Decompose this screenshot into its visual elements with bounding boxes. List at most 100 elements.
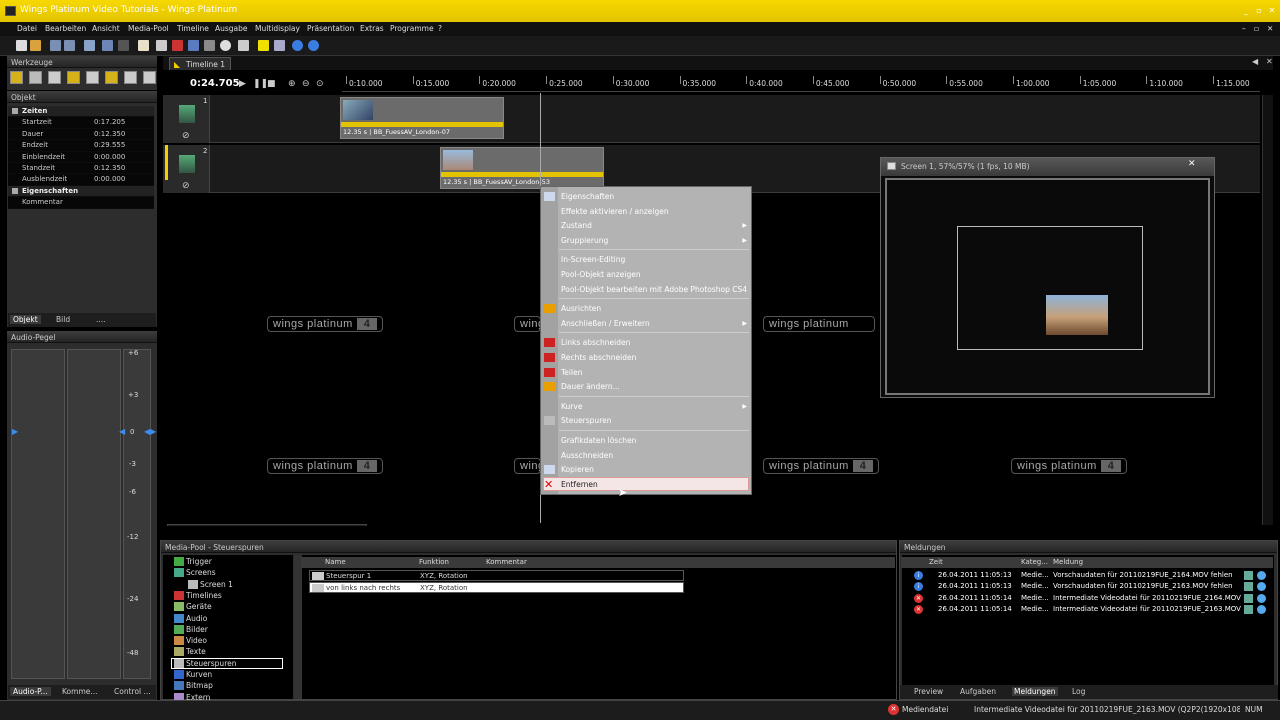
tree-item-trigger[interactable]: Trigger [186, 557, 212, 566]
property-value[interactable]: 0:17.205 [94, 118, 125, 126]
level-marker-right[interactable]: ◀ [119, 427, 125, 436]
menu-item-rechts-abschneiden[interactable]: Rechts abschneiden [561, 353, 636, 362]
redo-icon[interactable] [118, 40, 129, 51]
property-value[interactable]: 0:12.350 [94, 130, 125, 138]
pointer-tool-icon[interactable] [124, 71, 137, 84]
collapse-icon[interactable] [12, 187, 18, 194]
menu-extras[interactable]: Extras [360, 24, 384, 33]
message-action-icon[interactable] [1244, 571, 1253, 580]
monitor-icon[interactable] [188, 40, 199, 51]
property-row[interactable]: Ausblendzeit 0:00.000 [8, 174, 154, 186]
tab-kommentar[interactable]: Komme... [62, 687, 98, 696]
grid-row[interactable]: Steuerspur 1 XYZ, Rotation [309, 570, 684, 581]
tree-item-geräte[interactable]: Geräte [186, 602, 212, 611]
save-all-icon[interactable] [64, 40, 75, 51]
timeline-v-scrollbar[interactable] [1262, 95, 1273, 525]
menu-item-eigenschaften[interactable]: Eigenschaften [561, 192, 614, 201]
tab-log[interactable]: Log [1072, 687, 1085, 696]
property-row[interactable]: Startzeit 0:17.205 [8, 117, 154, 129]
menu-item-effekte-aktivieren-anzeigen[interactable]: Effekte aktivieren / anzeigen [561, 207, 669, 216]
col-name[interactable]: Name [325, 558, 346, 566]
properties-icon[interactable] [138, 40, 149, 51]
menu-item-pool-objekt-anzeigen[interactable]: Pool-Objekt anzeigen [561, 270, 641, 279]
screen-titlebar[interactable]: Screen 1, 57%/57% (1 fps, 10 MB) ✕ [881, 158, 1214, 176]
tree-item-audio[interactable]: Audio [186, 614, 207, 623]
message-row[interactable]: ✕ 26.04.2011 11:05:14 Medie... Intermediate… [901, 604, 1271, 615]
tab-aufgaben[interactable]: Aufgaben [960, 687, 996, 696]
col-kommentar[interactable]: Kommentar [486, 558, 527, 566]
message-row[interactable]: i 26.04.2011 11:05:13 Medie... Vorschaudate… [901, 570, 1271, 581]
col-meldung[interactable]: Meldung [1053, 558, 1083, 566]
message-action-icon[interactable] [1244, 604, 1253, 614]
menu-datei[interactable]: Datei [17, 24, 37, 33]
tab-objekt[interactable]: Objekt [10, 315, 41, 324]
menu-item-kurve[interactable]: Kurve [561, 402, 582, 411]
envelope-tool-icon[interactable] [48, 71, 61, 84]
lock-icon[interactable] [274, 40, 285, 51]
menu-item-teilen[interactable]: Teilen [561, 368, 582, 377]
menu-ausgabe[interactable]: Ausgabe [215, 24, 248, 33]
property-row[interactable]: Kommentar [8, 197, 154, 209]
clock-icon[interactable] [220, 40, 231, 51]
pause-button[interactable]: ❚❚ [253, 79, 268, 89]
tree-item-timelines[interactable]: Timelines [186, 591, 222, 600]
info-icon[interactable] [308, 40, 319, 51]
message-row[interactable]: i 26.04.2011 11:05:13 Medie... Vorschaudate… [901, 581, 1271, 592]
tab-preview[interactable]: Preview [914, 687, 943, 696]
property-value[interactable]: 0:00.000 [94, 175, 125, 183]
track-1[interactable]: 1 ⊘ 12.35 s | BB_FuessAV_London-07 [163, 95, 1260, 143]
tab-bild[interactable]: Bild [56, 315, 70, 324]
new-icon[interactable] [16, 40, 27, 51]
cut-tool-icon[interactable] [67, 71, 80, 84]
menu-item-anschließen-erweitern[interactable]: Anschließen / Erweitern [561, 319, 650, 328]
undo-icon[interactable] [102, 40, 113, 51]
stop-button[interactable]: ■ [267, 79, 276, 89]
menu-item-grafikdaten-löschen[interactable]: Grafikdaten löschen [561, 436, 636, 445]
menu-item-links-abschneiden[interactable]: Links abschneiden [561, 338, 630, 347]
menu-item-kopieren[interactable]: Kopieren [561, 465, 594, 474]
tree-item-video[interactable]: Video [186, 636, 207, 645]
message-help-icon[interactable] [1257, 593, 1266, 603]
grid-tool-icon[interactable] [86, 71, 99, 84]
screen-close-button[interactable]: ✕ [1188, 159, 1196, 169]
menu-help[interactable]: ? [438, 24, 442, 33]
print-icon[interactable] [84, 40, 95, 51]
property-row[interactable]: Einblendzeit 0:00.000 [8, 151, 154, 163]
zoom-out-button[interactable]: ⊖ [302, 79, 310, 89]
maximize-button[interactable]: ▫ [1254, 7, 1264, 15]
tree-item-texte[interactable]: Texte [186, 647, 206, 656]
tab-more[interactable]: .... [96, 315, 106, 324]
collapse-icon[interactable] [12, 108, 18, 114]
message-action-icon[interactable] [1244, 582, 1253, 592]
property-category[interactable]: Eigenschaften [8, 185, 154, 198]
mdi-minimize[interactable]: – [1242, 24, 1246, 33]
menu-programme[interactable]: Programme [390, 24, 434, 33]
zoom-tool-icon[interactable] [143, 71, 156, 84]
menu-item-in-screen-editing[interactable]: In-Screen-Editing [561, 255, 625, 264]
timeline-ruler[interactable]: 0:10.000 0:15.000 0:20.000 0:25.000 0:30.000… [342, 76, 1260, 92]
screen-icon[interactable] [238, 40, 249, 51]
property-value[interactable]: 0:12.350 [94, 164, 125, 172]
menu-item-dauer-ändern[interactable]: Dauer ändern... [561, 382, 620, 391]
property-value[interactable]: 0:29.555 [94, 141, 125, 149]
help-icon[interactable] [292, 40, 303, 51]
tree-item-bitmap[interactable]: Bitmap [186, 681, 213, 690]
menu-item-gruppierung[interactable]: Gruppierung [561, 236, 608, 245]
message-help-icon[interactable] [1257, 604, 1266, 614]
menu-item-ausrichten[interactable]: Ausrichten [561, 304, 601, 313]
tab-timeline-1[interactable]: ◣ Timeline 1 [169, 57, 231, 70]
menu-timeline[interactable]: Timeline [177, 24, 209, 33]
clip-london-53[interactable]: 12.35 s | BB_FuessAV_London-53 [440, 147, 604, 189]
screen-window[interactable]: Screen 1, 57%/57% (1 fps, 10 MB) ✕ [880, 157, 1215, 398]
menu-item-zustand[interactable]: Zustand [561, 221, 592, 230]
open-icon[interactable] [30, 40, 41, 51]
mdi-close[interactable]: ✕ [1267, 24, 1273, 33]
menu-praesentation[interactable]: Präsentation [307, 24, 354, 33]
col-zeit[interactable]: Zeit [929, 558, 943, 566]
zoom-fit-button[interactable]: ⊙ [316, 79, 324, 89]
message-row[interactable]: ✕ 26.04.2011 11:05:14 Medie... Intermediate… [901, 593, 1271, 604]
note-icon[interactable] [258, 40, 269, 51]
menu-item-pool-objekt-bearbeiten-mit-adobe-photoshop-cs4[interactable]: Pool-Objekt bearbeiten mit Adobe Photosh… [561, 285, 747, 294]
property-row[interactable]: Endzeit 0:29.555 [8, 140, 154, 152]
property-category[interactable]: Zeiten [8, 106, 154, 118]
